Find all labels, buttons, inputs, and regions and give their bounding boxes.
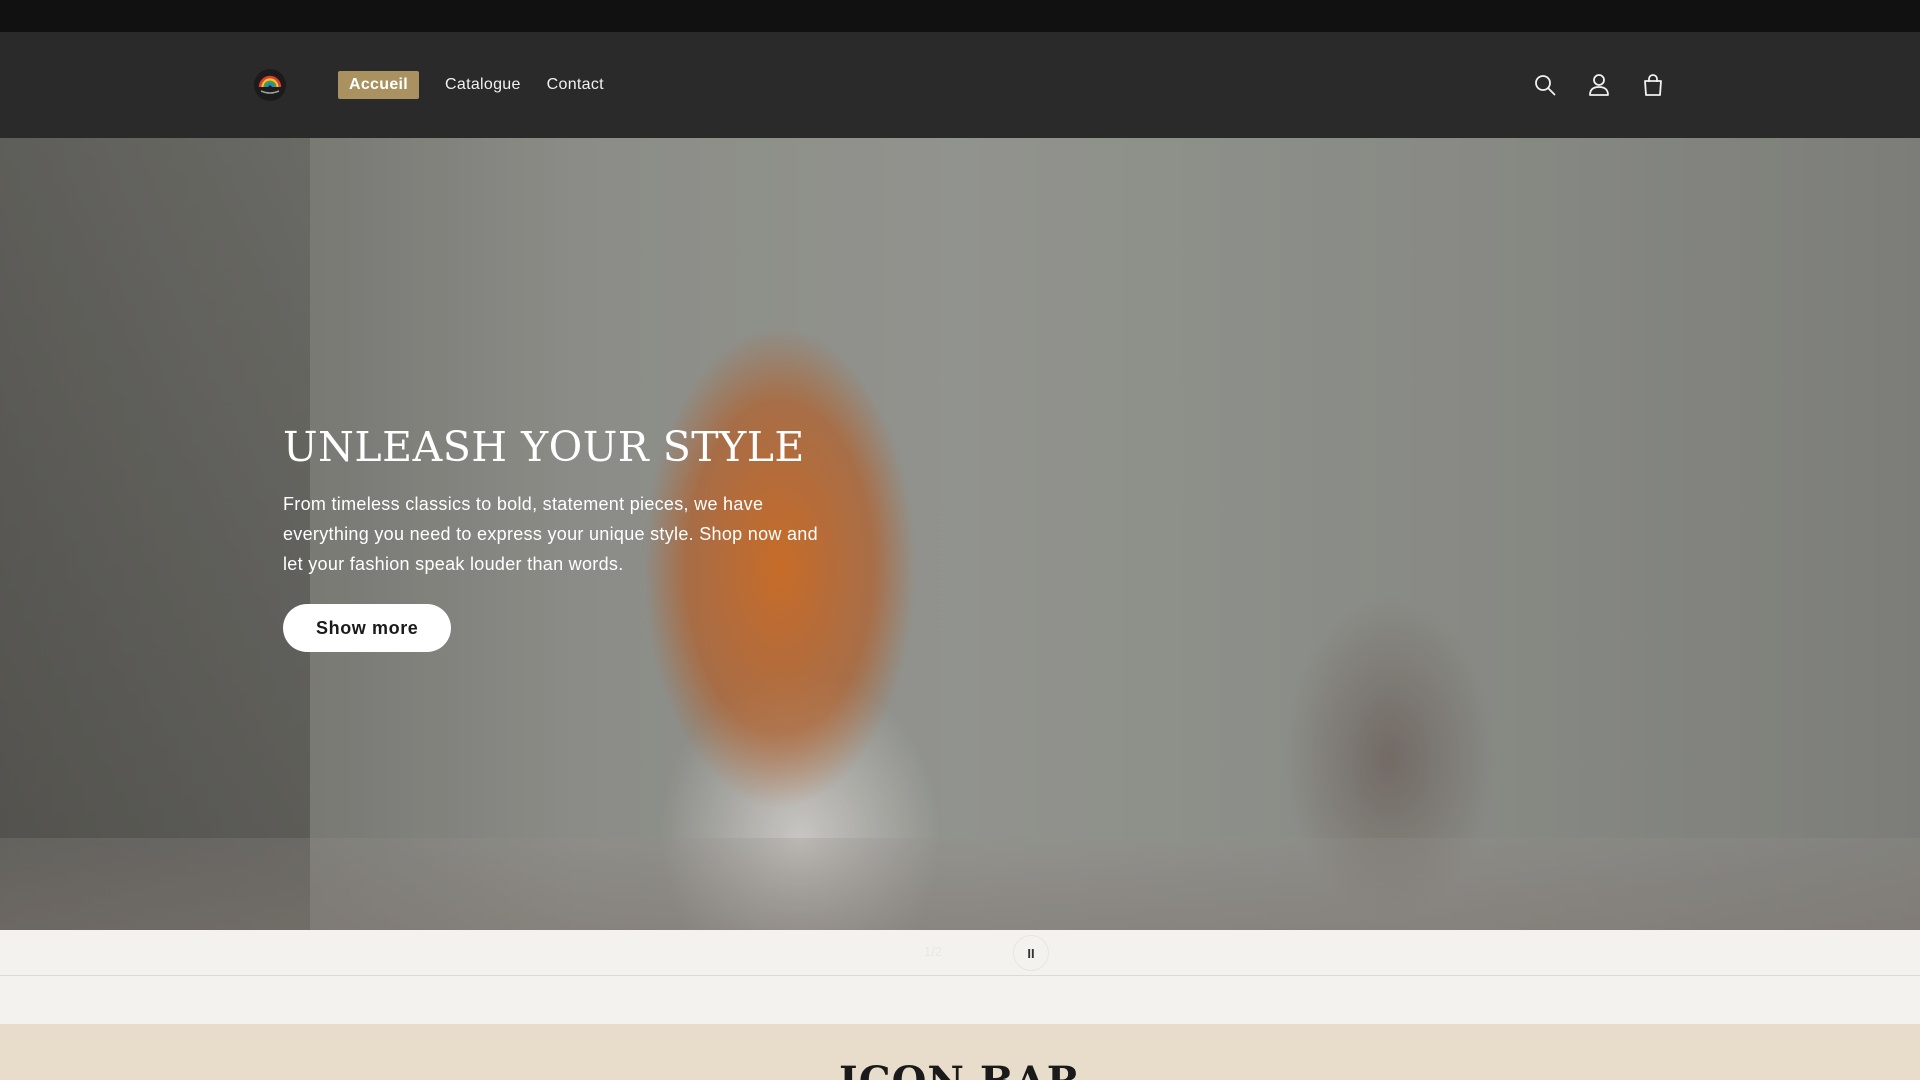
search-icon[interactable] [1530,70,1560,100]
slide-counter: 1/2 [924,944,943,959]
hero-slideshow: UNLEASH YOUR STYLE From timeless classic… [0,138,1920,930]
rainbow-logo-icon[interactable] [254,69,286,101]
hero-title: UNLEASH YOUR STYLE [283,423,805,471]
section-spacer [0,976,1920,1024]
hero-text: From timeless classics to bold, statemen… [283,494,818,575]
hero-content: UNLEASH YOUR STYLE From timeless classic… [283,423,823,653]
announcement-bar [0,0,1920,32]
main-nav: Accueil Catalogue Contact [338,71,604,99]
pause-button[interactable]: II [1013,935,1049,971]
slider-controls: 1/2 II [0,930,1920,976]
header-icons [1530,70,1668,100]
cart-icon[interactable] [1638,70,1668,100]
icon-bar-section: ICON BAR [0,1024,1920,1080]
icon-bar-title: ICON BAR [0,1058,1920,1080]
show-more-button[interactable]: Show more [283,604,452,653]
site-header: Accueil Catalogue Contact [0,32,1920,138]
account-icon[interactable] [1584,70,1614,100]
nav-item-accueil[interactable]: Accueil [338,71,420,99]
nav-item-contact[interactable]: Contact [547,71,604,99]
nav-item-catalogue[interactable]: Catalogue [445,71,521,99]
